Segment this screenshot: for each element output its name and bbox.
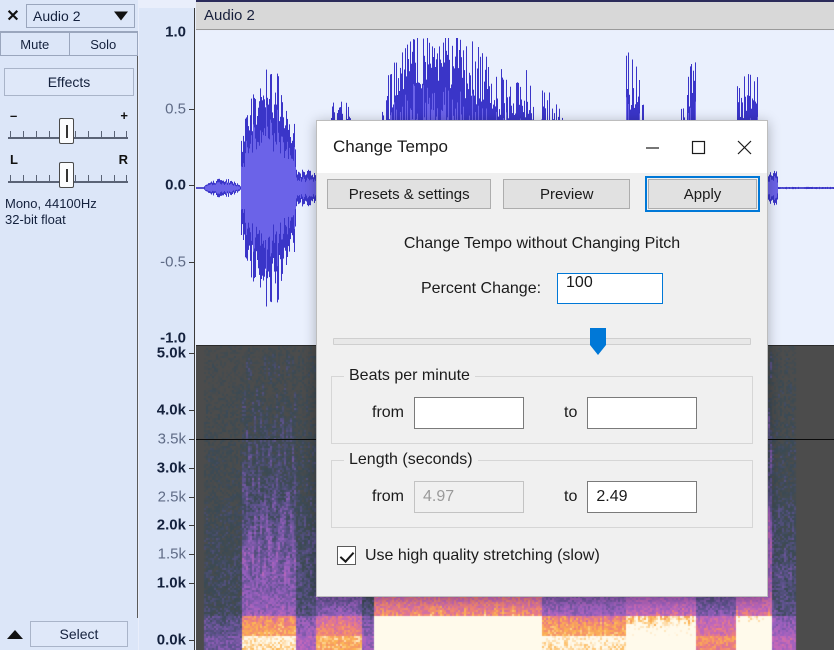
high-quality-checkbox-row[interactable]: Use high quality stretching (slow) bbox=[337, 546, 767, 565]
track-header-title: Audio 2 bbox=[204, 7, 255, 24]
percent-change-slider[interactable] bbox=[333, 326, 751, 360]
minimize-icon[interactable] bbox=[629, 121, 675, 173]
waveform-ruler-label: 0.0 bbox=[165, 177, 186, 194]
waveform-ruler-label: 0.5 bbox=[165, 100, 186, 117]
solo-button[interactable]: Solo bbox=[70, 32, 139, 56]
bpm-from-input[interactable] bbox=[414, 397, 524, 429]
percent-change-row: Percent Change: 100 bbox=[317, 273, 767, 304]
bpm-fields-row: from to bbox=[344, 397, 740, 429]
track-format-info: Mono, 44100Hz 32-bit float bbox=[5, 196, 135, 228]
track-info-line-2: 32-bit float bbox=[5, 212, 135, 228]
apply-button[interactable]: Apply bbox=[648, 179, 757, 209]
dialog-title: Change Tempo bbox=[333, 137, 448, 157]
spectrogram-ruler-label: 2.5k bbox=[158, 488, 186, 505]
waveform-vertical-ruler[interactable]: 1.00.50.0-0.5-1.0 bbox=[139, 8, 195, 345]
length-from-label: from bbox=[372, 488, 404, 506]
triangle-up-icon[interactable] bbox=[0, 619, 30, 649]
pan-right-label: R bbox=[119, 152, 128, 167]
waveform-ruler-label: -0.5 bbox=[160, 253, 186, 270]
track-control-panel: ✕ Audio 2 Mute Solo Effects – + L bbox=[0, 0, 138, 650]
select-button[interactable]: Select bbox=[30, 621, 128, 647]
length-group-title: Length (seconds) bbox=[344, 451, 478, 469]
high-quality-checkbox[interactable] bbox=[337, 546, 356, 565]
waveform-ruler-label: 1.0 bbox=[165, 24, 186, 41]
preview-button[interactable]: Preview bbox=[503, 179, 630, 209]
chevron-down-icon bbox=[114, 11, 128, 20]
track-name-dropdown[interactable]: Audio 2 bbox=[26, 4, 135, 28]
percent-change-label: Percent Change: bbox=[421, 280, 541, 298]
gain-slider-thumb[interactable] bbox=[59, 118, 74, 144]
high-quality-checkbox-label: Use high quality stretching (slow) bbox=[365, 547, 600, 565]
spectrogram-ruler-label: 3.0k bbox=[157, 459, 186, 476]
pan-slider-thumb[interactable] bbox=[59, 162, 74, 188]
close-icon[interactable] bbox=[721, 121, 767, 173]
beats-per-minute-group: Beats per minute from to bbox=[331, 376, 753, 444]
track-info-line-1: Mono, 44100Hz bbox=[5, 196, 135, 212]
audacity-window: ✕ Audio 2 Mute Solo Effects – + L bbox=[0, 0, 834, 650]
spectrogram-vertical-ruler[interactable]: 5.0k 4.0k 3.5k 3.0k 2.5k 2.0k 1.5k 1.0k 0.0k bbox=[139, 345, 195, 650]
effects-button[interactable]: Effects bbox=[4, 68, 134, 96]
pan-left-label: L bbox=[10, 152, 18, 167]
length-seconds-group: Length (seconds) from 4.97 to 2.49 bbox=[331, 460, 753, 528]
window-buttons bbox=[629, 121, 767, 173]
bpm-to-input[interactable] bbox=[587, 397, 697, 429]
spectrogram-ruler-label: 3.5k bbox=[158, 431, 186, 448]
bpm-to-label: to bbox=[564, 404, 577, 422]
spectrogram-ruler-label: 2.0k bbox=[157, 517, 186, 534]
length-from-input: 4.97 bbox=[414, 481, 524, 513]
gain-minus-label: – bbox=[10, 108, 17, 123]
length-fields-row: from 4.97 to 2.49 bbox=[344, 481, 740, 513]
pan-slider[interactable]: L R bbox=[8, 152, 130, 190]
track-panel-footer: Select bbox=[0, 618, 138, 650]
percent-change-input[interactable]: 100 bbox=[557, 273, 663, 304]
track-titlebar: ✕ Audio 2 bbox=[0, 0, 138, 32]
mute-button[interactable]: Mute bbox=[0, 32, 70, 56]
spectrogram-ruler-label: 1.5k bbox=[158, 545, 186, 562]
bpm-from-label: from bbox=[372, 404, 404, 422]
length-to-label: to bbox=[564, 488, 577, 506]
presets-and-settings-button[interactable]: Presets & settings bbox=[327, 179, 491, 209]
spectrogram-ruler-label: 1.0k bbox=[157, 574, 186, 591]
gain-slider[interactable]: – + bbox=[8, 108, 130, 146]
close-x-icon[interactable]: ✕ bbox=[0, 0, 26, 31]
spectrogram-ruler-label: 5.0k bbox=[157, 345, 186, 362]
gain-plus-label: + bbox=[120, 108, 128, 123]
dialog-titlebar[interactable]: Change Tempo bbox=[317, 121, 767, 173]
bpm-group-title: Beats per minute bbox=[344, 367, 475, 385]
spectrogram-ruler-label: 0.0k bbox=[157, 632, 186, 649]
track-header: Audio 2 bbox=[196, 0, 834, 30]
spectrogram-ruler-label: 4.0k bbox=[157, 402, 186, 419]
percent-change-slider-thumb[interactable] bbox=[589, 328, 607, 356]
dialog-subtitle: Change Tempo without Changing Pitch bbox=[317, 235, 767, 253]
change-tempo-dialog: Change Tempo Presets & settings Preview … bbox=[316, 120, 768, 597]
dialog-action-buttons: Presets & settings Preview Apply bbox=[317, 173, 767, 209]
track-name-label: Audio 2 bbox=[33, 8, 80, 24]
length-to-input[interactable]: 2.49 bbox=[587, 481, 697, 513]
maximize-icon[interactable] bbox=[675, 121, 721, 173]
mute-solo-row: Mute Solo bbox=[0, 32, 138, 56]
percent-change-slider-track[interactable] bbox=[333, 338, 751, 345]
